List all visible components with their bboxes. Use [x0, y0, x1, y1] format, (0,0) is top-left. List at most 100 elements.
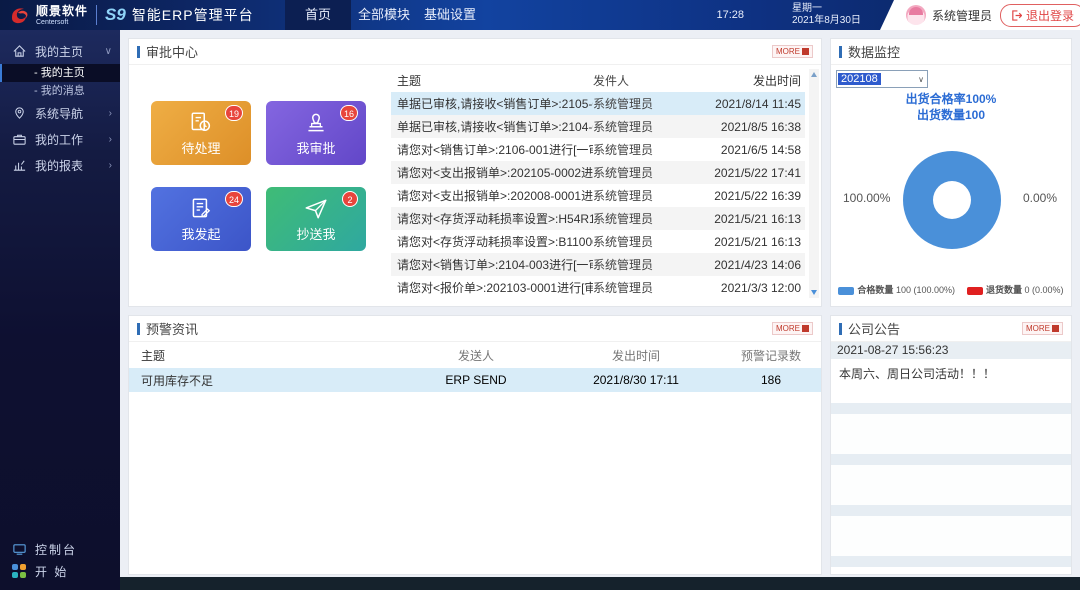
announcement-empty-slot: [831, 556, 1071, 567]
period-select[interactable]: 202108 ∨: [836, 70, 928, 88]
sidebar-bottom: 控制台 开 始: [0, 538, 120, 582]
approval-row[interactable]: 请您对<支出报销单>:202105-0002进行[审核] 系统管理员 2021/…: [391, 161, 805, 184]
approval-row[interactable]: 请您对<销售订单>:2104-003进行[一审] 系统管理员 2021/4/23…: [391, 253, 805, 276]
scroll-up-icon[interactable]: [811, 72, 817, 77]
chevron-down-icon: ∨: [918, 75, 924, 84]
sidebar-subitem-my-home[interactable]: 我的主页: [0, 64, 120, 82]
data-monitor-panel: 数据监控 202108 ∨ 出货合格率100% 出货数量100 100.00% …: [830, 38, 1072, 307]
briefcase-icon: [12, 132, 27, 147]
more-icon: [802, 325, 809, 332]
approval-list-header: 主题 发件人 发出时间: [391, 69, 805, 92]
sidebar-item-my-home[interactable]: 我的主页 ∨: [0, 38, 120, 64]
logout-button[interactable]: 退出登录: [1000, 4, 1080, 27]
nav-tab-all-modules[interactable]: 全部模块: [351, 0, 417, 30]
chevron-right-icon: ›: [109, 108, 112, 119]
top-header: 顺景软件 Centersoft S9 智能ERP管理平台 首页 全部模块 基础设…: [0, 0, 1080, 30]
approval-tiles: 19 待处理 16 我审批: [151, 101, 399, 251]
approval-row[interactable]: 请您对<存货浮动耗损率设置>:H54R1S006002进行[审核] 系统管理员 …: [391, 207, 805, 230]
home-icon: [12, 44, 27, 59]
logout-icon: [1011, 10, 1022, 21]
more-icon: [802, 48, 809, 55]
chevron-down-icon: ∨: [105, 46, 112, 57]
approval-row[interactable]: 请您对<报价单>:202103-0001进行[审核] 系统管理员 2021/3/…: [391, 276, 805, 299]
tile-my-approvals[interactable]: 16 我审批: [266, 101, 366, 165]
approval-row[interactable]: 单据已审核,请接收<销售订单>:2104-002 系统管理员 2021/8/5 …: [391, 115, 805, 138]
sidebar-item-my-work[interactable]: 我的工作 ›: [0, 126, 120, 152]
shipment-stats: 出货合格率100% 出货数量100: [831, 91, 1071, 123]
doc-clock-icon: [188, 110, 214, 136]
approval-row[interactable]: 请您对<存货浮动耗损率设置>:B11000001进行[审核] 系统管理员 202…: [391, 230, 805, 253]
approval-row[interactable]: 请您对<销售订单>:2106-001进行[一审] 系统管理员 2021/6/5 …: [391, 138, 805, 161]
pending-count-badge: 19: [225, 105, 243, 121]
cc-count-badge: 2: [342, 191, 358, 207]
doc-edit-icon: [188, 196, 214, 222]
approval-message-list: 主题 发件人 发出时间 单据已审核,请接收<销售订单>:2105-001 系统管…: [391, 69, 805, 300]
donut-ring: [903, 151, 1001, 249]
alerts-more-button[interactable]: MORE: [772, 322, 813, 335]
panel-accent-bar: [137, 46, 140, 58]
product-code: S9: [105, 5, 126, 25]
bottom-status-bar: [120, 577, 1080, 590]
chart-icon: [12, 158, 27, 173]
announcements-panel: 公司公告 MORE 2021-08-27 15:56:23 本周六、周日公司活动…: [830, 315, 1072, 575]
chevron-right-icon: ›: [109, 134, 112, 145]
sidebar-subitem-my-messages[interactable]: 我的消息: [0, 82, 120, 100]
approval-row[interactable]: 请您对<支出报销单>:202008-0001进行[审核] 系统管理员 2021/…: [391, 184, 805, 207]
weekday-label: 星期一: [792, 3, 861, 15]
approval-scrollbar[interactable]: [809, 69, 819, 298]
date-block: 星期一 2021年8月30日: [792, 3, 861, 27]
sidebar: 我的主页 ∨ 我的主页 我的消息 系统导航 › 我的工作 › 我的报表: [0, 30, 120, 590]
username-label: 系统管理员: [932, 7, 992, 24]
approval-more-button[interactable]: MORE: [772, 45, 813, 58]
sidebar-item-system-nav[interactable]: 系统导航 ›: [0, 100, 120, 126]
approval-row[interactable]: 单据已审核,请接收<销售订单>:2105-001 系统管理员 2021/8/14…: [391, 92, 805, 115]
donut-label-right: 0.00%: [1023, 191, 1057, 205]
logo-divider: [96, 5, 97, 25]
announcement-empty-slot: [831, 505, 1071, 516]
erp-app-window: 顺景软件 Centersoft S9 智能ERP管理平台 首页 全部模块 基础设…: [0, 0, 1080, 590]
tile-initiated-by-me[interactable]: 24 我发起: [151, 187, 251, 251]
alert-row[interactable]: 可用库存不足 ERP SEND 2021/8/30 17:11 186: [129, 368, 821, 392]
tile-cc-to-me[interactable]: 2 抄送我: [266, 187, 366, 251]
paper-plane-icon: [303, 196, 329, 222]
approval-panel-title: 审批中心: [146, 42, 772, 61]
user-avatar[interactable]: [906, 5, 926, 25]
logo-area: 顺景软件 Centersoft S9 智能ERP管理平台: [8, 0, 254, 30]
tile-pending[interactable]: 19 待处理: [151, 101, 251, 165]
announcement-text[interactable]: 本周六、周日公司活动！！！: [831, 359, 1071, 403]
legend-swatch-qualified: [838, 287, 854, 295]
legend-swatch-returns: [967, 287, 983, 295]
announcements-panel-title: 公司公告: [848, 319, 1022, 338]
monitor-panel-title: 数据监控: [848, 42, 1063, 61]
clock-time: 17:28: [700, 0, 744, 30]
product-title: 智能ERP管理平台: [132, 5, 254, 25]
panel-accent-bar: [839, 46, 842, 58]
initiated-count-badge: 24: [225, 191, 243, 207]
console-icon: [12, 542, 27, 557]
stamp-icon: [303, 110, 329, 136]
announcement-empty-slot: [831, 454, 1071, 465]
start-button[interactable]: 开 始: [0, 560, 120, 582]
announcements-more-button[interactable]: MORE: [1022, 322, 1063, 335]
start-icon: [12, 564, 26, 578]
scroll-down-icon[interactable]: [811, 290, 817, 295]
announcement-empty-slot: [831, 403, 1071, 414]
chart-legend: 合格数量 100 (100.00%) 退货数量 0 (0.00%): [831, 283, 1071, 296]
announcement-timestamp: 2021-08-27 15:56:23: [831, 342, 1071, 359]
donut-label-left: 100.00%: [843, 191, 890, 205]
alerts-panel-title: 预警资讯: [146, 319, 772, 338]
logo-chinese: 顺景软件: [36, 5, 88, 17]
logo-english: Centersoft: [36, 19, 88, 26]
panel-accent-bar: [137, 323, 140, 335]
nav-tab-basic-settings[interactable]: 基础设置: [417, 0, 483, 30]
more-icon: [1052, 325, 1059, 332]
approve-count-badge: 16: [340, 105, 358, 121]
console-button[interactable]: 控制台: [0, 538, 120, 560]
main-area: 审批中心 MORE 19 待处理: [120, 30, 1080, 590]
nav-tab-home[interactable]: 首页: [285, 0, 351, 30]
map-pin-icon: [12, 106, 27, 121]
approval-center-panel: 审批中心 MORE 19 待处理: [128, 38, 822, 307]
date-label: 2021年8月30日: [792, 15, 861, 27]
centersoft-logo-icon: [8, 3, 32, 27]
sidebar-item-my-reports[interactable]: 我的报表 ›: [0, 152, 120, 178]
